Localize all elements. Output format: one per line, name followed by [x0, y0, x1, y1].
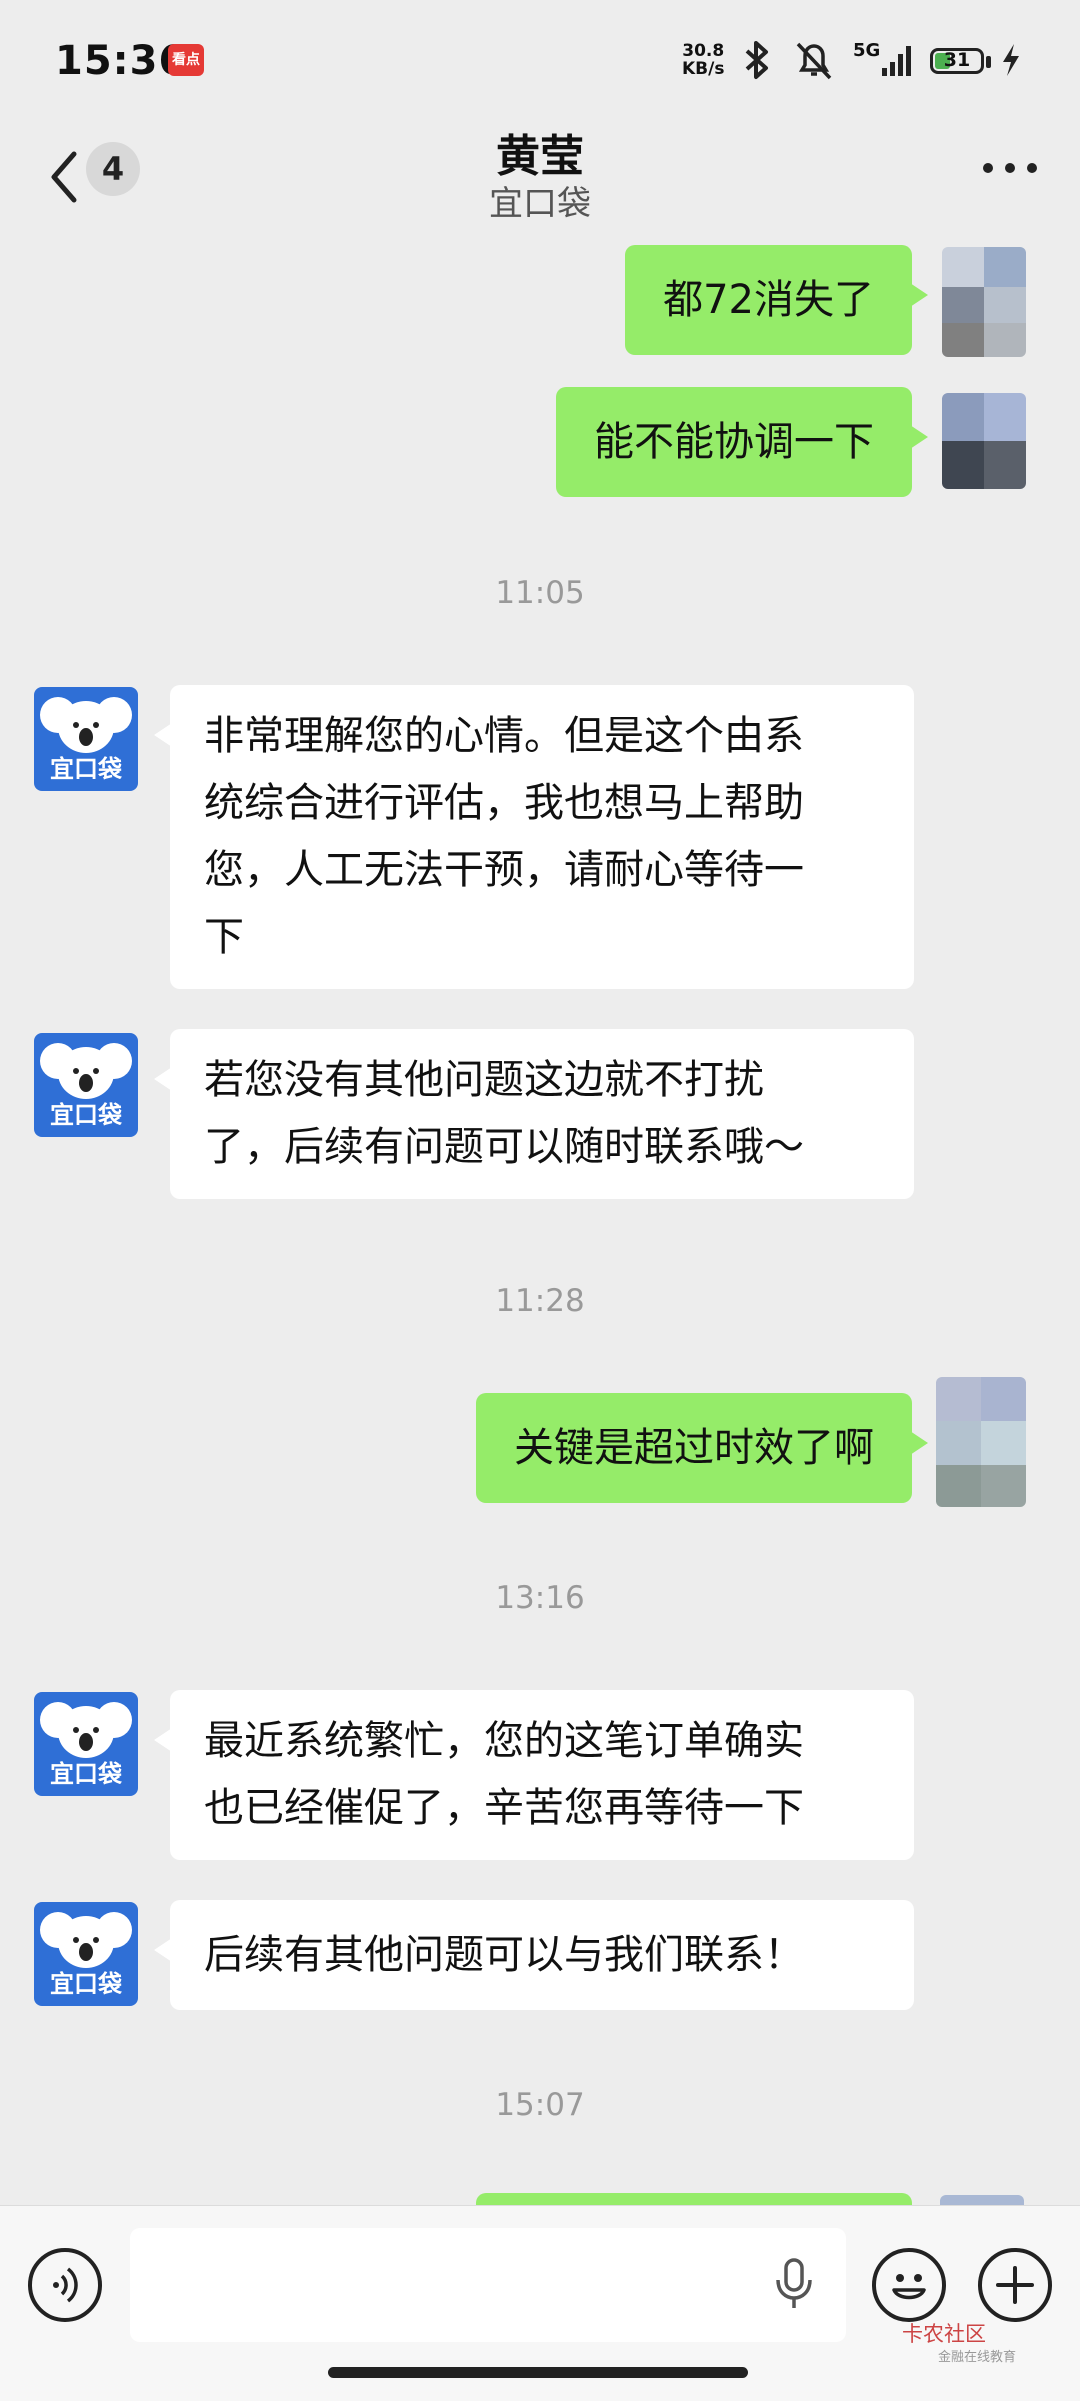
message-bubble-outgoing[interactable]: 能不能协调一下 [556, 387, 928, 497]
message-line: 您，人工无法干预，请耐心等待一 [204, 847, 804, 893]
message-line: 最近系统繁忙，您的这笔订单确实 [204, 1718, 804, 1764]
contact-avatar[interactable]: 宜口袋 [34, 1692, 138, 1796]
chat-timestamp: 13:16 [495, 1580, 585, 1616]
message-line: 若您没有其他问题这边就不打扰 [204, 1057, 764, 1103]
battery-level: 31 [943, 49, 971, 71]
bluetooth-icon [745, 41, 768, 79]
koala-icon [40, 1043, 132, 1099]
voice-icon [53, 2267, 78, 2303]
net-speed-unit: KB/s [682, 59, 725, 79]
watermark: 卡农社区 [902, 2322, 986, 2346]
emoji-button[interactable] [872, 2248, 946, 2322]
contact-avatar-label: 宜口袋 [50, 755, 122, 783]
message-bubble-outgoing[interactable]: 都72消失了 [625, 245, 928, 355]
contact-avatar[interactable]: 宜口袋 [34, 1902, 138, 2006]
contact-avatar-label: 宜口袋 [50, 1970, 122, 1998]
my-avatar[interactable] [942, 247, 1026, 357]
watermark-subtitle: 金融在线教育 [938, 2350, 1017, 2365]
message-bubble-outgoing[interactable]: 关键是超过时效了啊 [476, 1393, 928, 1503]
chat-subtitle: 宜口袋 [489, 184, 591, 224]
signal-icon [882, 46, 911, 76]
message-bubble-outgoing-partial[interactable] [476, 2193, 912, 2205]
home-indicator[interactable] [328, 2367, 748, 2378]
message-text: 关键是超过时效了啊 [514, 1425, 874, 1471]
voice-input-button[interactable] [28, 2248, 102, 2322]
more-actions-button[interactable] [978, 2248, 1052, 2322]
chat-timestamp: 11:05 [495, 575, 585, 611]
koala-icon [40, 697, 132, 753]
message-line: 了，后续有问题可以随时联系哦～ [204, 1124, 804, 1170]
battery-icon: 31 [930, 48, 984, 74]
mute-icon [796, 42, 832, 80]
koala-icon [40, 1702, 132, 1758]
chat-message-list[interactable]: 都72消失了 能不能协调一下 11:05 宜口袋 非常理解您的心情。但是这个由系… [0, 235, 1080, 2205]
my-avatar[interactable] [942, 393, 1026, 489]
chat-timestamp: 11:28 [495, 1283, 585, 1319]
my-avatar[interactable] [940, 2195, 1024, 2205]
chat-title: 黄莹 [496, 131, 584, 182]
net-speed: 30.8 KB/s [682, 42, 724, 78]
mic-icon[interactable] [772, 2256, 816, 2312]
koala-icon [40, 1912, 132, 1968]
message-line: 也已经催促了，辛苦您再等待一下 [204, 1785, 804, 1831]
message-text: 都72消失了 [663, 277, 874, 323]
chat-header: 4 黄莹 宜口袋 [0, 120, 1080, 235]
status-bar: 15:36 看点 30.8 KB/s 5G 31 [0, 0, 1080, 120]
message-bubble-incoming[interactable]: 非常理解您的心情。但是这个由系 统综合进行评估，我也想马上帮助 您，人工无法干预… [154, 685, 914, 989]
message-bubble-incoming[interactable]: 最近系统繁忙，您的这笔订单确实 也已经催促了，辛苦您再等待一下 [154, 1690, 914, 1860]
contact-avatar[interactable]: 宜口袋 [34, 1033, 138, 1137]
message-bubble-incoming[interactable]: 后续有其他问题可以与我们联系！ [154, 1900, 914, 2010]
net-speed-value: 30.8 [682, 41, 725, 61]
message-text-input[interactable] [130, 2228, 846, 2342]
message-line: 后续有其他问题可以与我们联系！ [204, 1932, 804, 1978]
emoji-icon [892, 2274, 926, 2300]
message-bubble-incoming[interactable]: 若您没有其他问题这边就不打扰 了，后续有问题可以随时联系哦～ [154, 1029, 914, 1199]
message-line: 下 [204, 914, 244, 960]
charging-icon [1003, 44, 1019, 76]
battery-tip [986, 56, 991, 68]
message-text: 能不能协调一下 [594, 419, 874, 465]
message-line: 非常理解您的心情。但是这个由系 [204, 713, 804, 759]
plus-icon [996, 2266, 1034, 2304]
contact-avatar[interactable]: 宜口袋 [34, 687, 138, 791]
message-line: 统综合进行评估，我也想马上帮助 [204, 780, 804, 826]
chat-timestamp: 15:07 [495, 2087, 585, 2123]
my-avatar[interactable] [936, 1377, 1026, 1507]
contact-avatar-label: 宜口袋 [50, 1760, 122, 1788]
contact-avatar-label: 宜口袋 [50, 1101, 122, 1129]
more-options-button[interactable] [980, 148, 1040, 188]
news-app-icon: 看点 [168, 44, 204, 76]
